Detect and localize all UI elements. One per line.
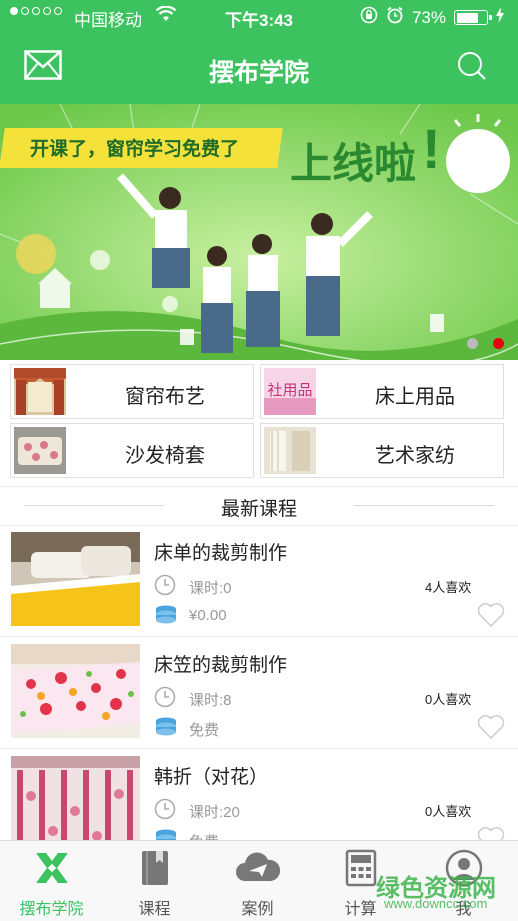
- course-hours: 课时:0: [189, 580, 232, 597]
- carousel-dot[interactable]: [467, 338, 478, 349]
- alarm-icon: [386, 6, 404, 29]
- section-title: 最新课程: [220, 499, 297, 520]
- course-thumbnail: [11, 532, 140, 626]
- cloud-plane-icon: [206, 849, 309, 887]
- coins-icon: [154, 716, 178, 743]
- course-title: 床单的裁剪制作: [154, 543, 288, 564]
- sun-graphic: [446, 129, 510, 193]
- heart-icon[interactable]: [477, 714, 505, 745]
- course-item[interactable]: 床单的裁剪制作 课时:0 4人喜欢 ¥0.00: [0, 524, 518, 637]
- coins-icon: [154, 604, 178, 631]
- tab-academy[interactable]: 摆布学院: [0, 841, 103, 921]
- banner-headline: 上线啦: [290, 140, 417, 187]
- category-label: 床上用品: [375, 386, 455, 408]
- heart-icon[interactable]: [477, 602, 505, 633]
- tab-label: 课程: [138, 901, 171, 918]
- svg-text:社用品: 社用品: [267, 381, 312, 399]
- battery-percent: 73%: [411, 7, 446, 27]
- sofa-thumbnail: [14, 427, 66, 474]
- battery-icon: [454, 10, 492, 25]
- bedding-thumbnail: 社用品: [264, 368, 316, 415]
- carousel-dot-active[interactable]: [493, 338, 504, 349]
- category-label: 窗帘布艺: [125, 386, 205, 408]
- category-bedding[interactable]: 社用品 床上用品: [260, 364, 504, 419]
- course-price: ¥0.00: [189, 607, 227, 624]
- course-likes: 4人喜欢: [425, 580, 472, 595]
- charging-icon: [496, 7, 504, 28]
- tab-courses[interactable]: 课程: [103, 841, 206, 921]
- clock-icon: [154, 686, 176, 713]
- course-thumbnail: [11, 644, 140, 738]
- page-title: 摆布学院: [208, 59, 309, 87]
- category-curtain[interactable]: 窗帘布艺: [10, 364, 254, 419]
- course-hours: 课时:8: [189, 692, 232, 709]
- category-home-textile[interactable]: 艺术家纺: [260, 423, 504, 478]
- course-hours: 课时:20: [189, 804, 240, 821]
- tab-cases[interactable]: 案例: [206, 841, 309, 921]
- section-header: 最新课程: [0, 486, 518, 526]
- book-icon: [103, 849, 206, 887]
- app-header: 摆布学院: [0, 32, 518, 104]
- tab-label: 摆布学院: [19, 901, 84, 918]
- home-textile-thumbnail: [264, 427, 316, 474]
- course-title: 韩折（对花）: [154, 767, 269, 788]
- curtain-thumbnail: [14, 368, 66, 415]
- orientation-lock-icon: [360, 6, 378, 29]
- category-grid: 窗帘布艺 社用品 床上用品 沙发椅套 艺术家纺: [10, 364, 506, 478]
- course-likes: 0人喜欢: [425, 804, 472, 819]
- course-likes: 0人喜欢: [425, 692, 472, 707]
- clock-icon: [154, 574, 176, 601]
- category-label: 沙发椅套: [125, 445, 205, 467]
- course-price: 免费: [189, 722, 220, 739]
- banner-exclaim: !: [422, 117, 441, 180]
- category-label: 艺术家纺: [375, 445, 455, 467]
- course-item[interactable]: 床笠的裁剪制作 课时:8 0人喜欢 免费: [0, 636, 518, 749]
- status-bar: 中国移动 下午3:43 73%: [0, 0, 518, 32]
- watermark-url: www.downcc.com: [384, 896, 488, 911]
- academy-icon: [0, 849, 103, 887]
- course-title: 床笠的裁剪制作: [154, 655, 288, 676]
- category-sofa[interactable]: 沙发椅套: [10, 423, 254, 478]
- tab-label: 案例: [241, 901, 274, 918]
- course-thumbnail: [11, 756, 140, 850]
- promo-banner[interactable]: 开课了，窗帘学习免费了 上线啦 !: [0, 104, 518, 360]
- search-icon[interactable]: [456, 50, 488, 87]
- clock-icon: [154, 798, 176, 825]
- banner-slogan: 开课了，窗帘学习免费了: [30, 139, 240, 160]
